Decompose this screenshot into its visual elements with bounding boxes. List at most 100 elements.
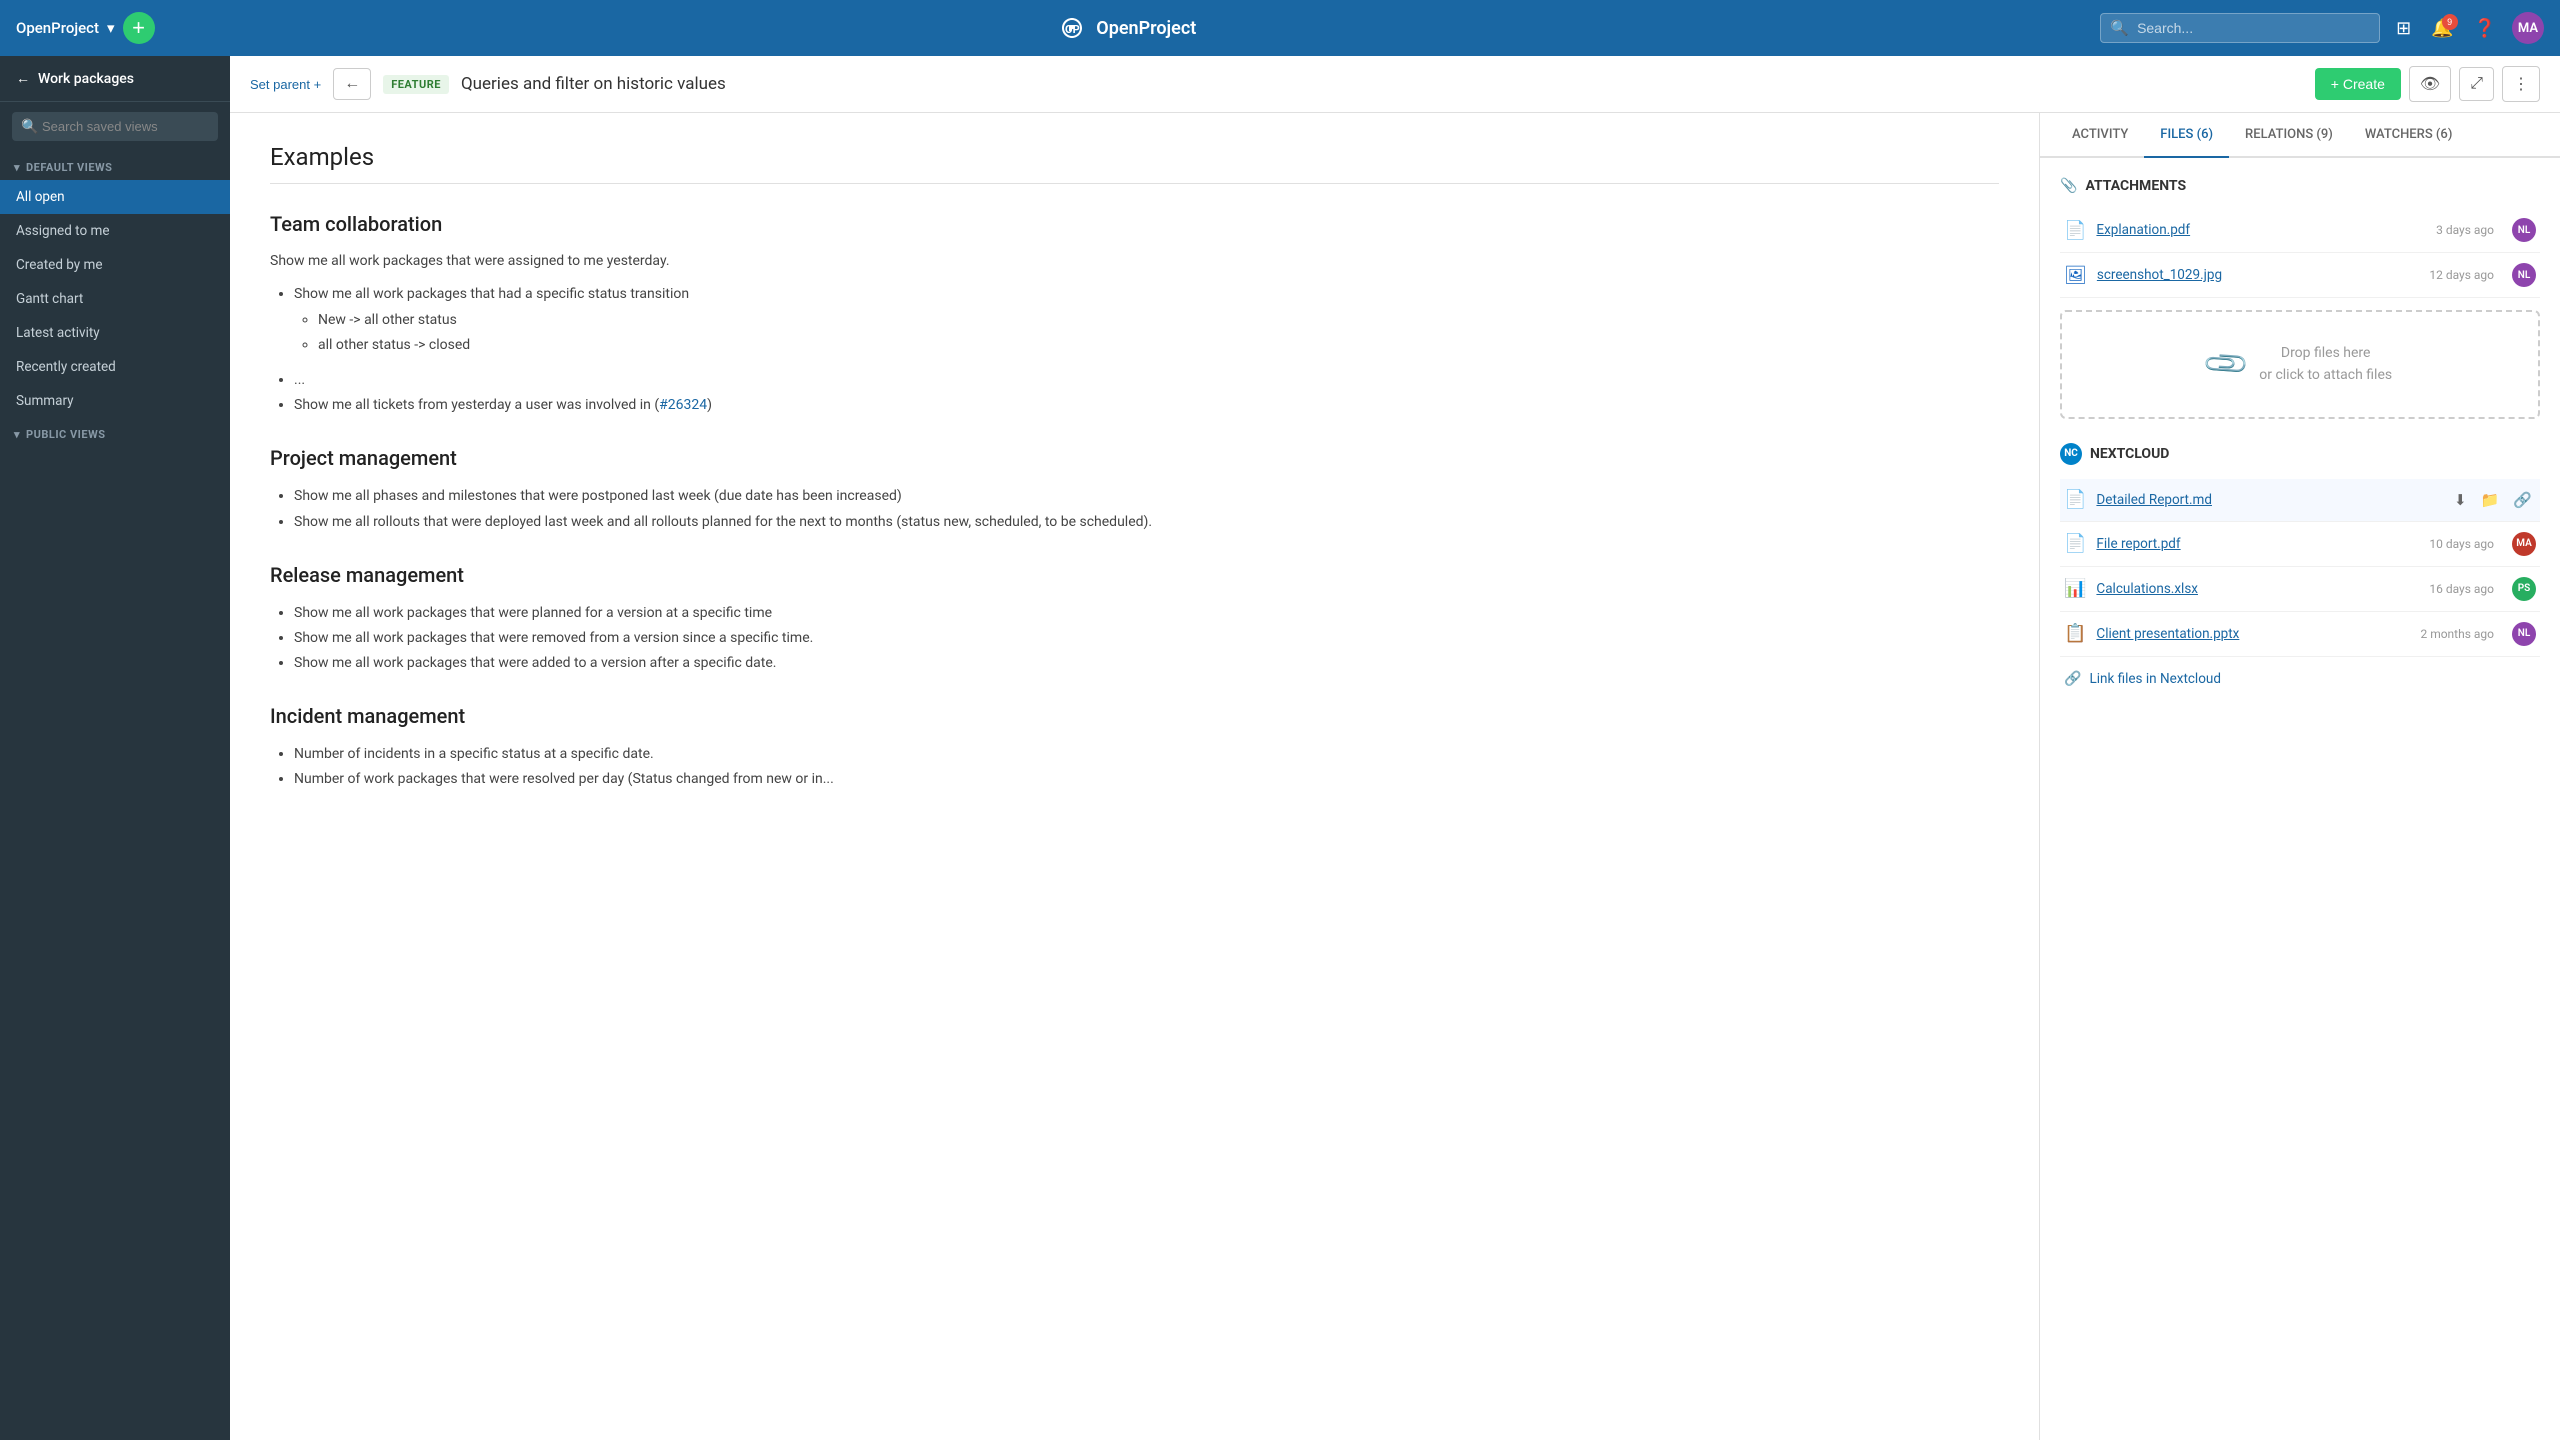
sidebar-item-latest-activity[interactable]: Latest activity <box>0 316 230 350</box>
section-team-collab-heading: Team collaboration <box>270 212 1999 236</box>
drop-zone-text: Drop files here or click to attach files <box>2259 342 2392 387</box>
toolbar: Set parent + ← FEATURE Queries and filte… <box>230 56 2560 113</box>
recently-created-label: Recently created <box>16 359 116 375</box>
link-nextcloud-label: Link files in Nextcloud <box>2089 671 2221 687</box>
md-file-icon: 📄 <box>2064 489 2086 510</box>
search-saved-views-input[interactable] <box>12 112 218 141</box>
nc-file-time3: 2 months ago <box>2420 627 2494 641</box>
global-search-wrap: 🔍 <box>2100 13 2380 43</box>
tab-relations[interactable]: RELATIONS (9) <box>2229 113 2349 158</box>
section-team-collab-list: Show me all work packages that had a spe… <box>294 282 1999 418</box>
app-name: OpenProject <box>1096 18 1196 39</box>
project-caret-icon: ▾ <box>107 19 115 37</box>
drop-zone[interactable]: 📎 Drop files here or click to attach fil… <box>2060 310 2540 419</box>
nc-file-row-client-presentation: 📋 Client presentation.pptx 2 months ago … <box>2060 612 2540 657</box>
notifications-button[interactable]: 🔔 9 <box>2427 14 2457 43</box>
nextcloud-label: NEXTCLOUD <box>2090 446 2169 462</box>
search-icon: 🔍 <box>2110 19 2129 37</box>
drop-zone-clip-icon: 📎 <box>2201 339 2252 390</box>
section-project-mgmt-heading: Project management <box>270 446 1999 470</box>
public-views-label: PUBLIC VIEWS <box>26 428 105 441</box>
set-parent-label: Set parent <box>250 77 314 92</box>
sidebar-item-recently-created[interactable]: Recently created <box>0 350 230 384</box>
list-item: Show me all work packages that had a spe… <box>294 282 1999 358</box>
nextcloud-heading: NC NEXTCLOUD <box>2060 443 2540 465</box>
default-views-label: DEFAULT VIEWS <box>26 161 112 174</box>
split-pane: Examples Team collaboration Show me all … <box>230 113 2560 1440</box>
search-saved-views-wrap: 🔍 <box>12 112 218 141</box>
list-item: Show me all phases and milestones that w… <box>294 484 1999 509</box>
project-name: OpenProject <box>16 19 99 37</box>
article-pane: Examples Team collaboration Show me all … <box>230 113 2040 1440</box>
list-item: Show me all work packages that were plan… <box>294 601 1999 626</box>
sidebar-item-created-by-me[interactable]: Created by me <box>0 248 230 282</box>
nc-unlink-button[interactable]: 🔗 <box>2509 489 2536 511</box>
nc-file-time2: 16 days ago <box>2429 582 2494 596</box>
nc-folder-button[interactable]: 📁 <box>2477 489 2504 511</box>
preview-button[interactable]: 👁 <box>2409 66 2451 102</box>
collapse-icon: ▾ <box>14 161 20 174</box>
more-options-button[interactable]: ⋮ <box>2502 66 2540 102</box>
user-avatar[interactable]: MA <box>2512 12 2544 44</box>
nc-file-link-detailed-report[interactable]: Detailed Report.md <box>2096 492 2440 508</box>
project-selector[interactable]: OpenProject ▾ <box>16 19 115 37</box>
sidebar-item-assigned-to-me[interactable]: Assigned to me <box>0 214 230 248</box>
set-parent-plus-icon: + <box>314 77 322 92</box>
svg-text:OP: OP <box>1065 23 1080 36</box>
help-button[interactable]: ❓ <box>2470 14 2500 43</box>
nc-file-link-client-presentation[interactable]: Client presentation.pptx <box>2096 626 2410 642</box>
section-incident-mgmt-heading: Incident management <box>270 704 1999 728</box>
feature-title: Queries and filter on historic values <box>461 74 726 94</box>
tab-activity[interactable]: ACTIVITY <box>2056 113 2144 158</box>
list-item: Number of incidents in a specific status… <box>294 742 1999 767</box>
nc-file-row-calculations: 📊 Calculations.xlsx 16 days ago PS <box>2060 567 2540 612</box>
attachment-time: 12 days ago <box>2429 268 2494 282</box>
tab-files[interactable]: FILES (6) <box>2144 113 2229 158</box>
paperclip-icon: 📎 <box>2060 178 2077 194</box>
create-button[interactable]: + Create <box>2315 68 2401 100</box>
add-button[interactable]: + <box>123 12 155 44</box>
nc-file-link-file-report[interactable]: File report.pdf <box>2096 536 2419 552</box>
sidebar-header[interactable]: ← Work packages <box>0 56 230 102</box>
attachment-avatar-nl2: NL <box>2512 263 2536 287</box>
summary-label: Summary <box>16 393 74 409</box>
list-item: Number of work packages that were resolv… <box>294 767 1999 792</box>
notification-badge: 9 <box>2442 14 2458 30</box>
ticket-link[interactable]: #26324 <box>659 397 707 413</box>
pptx-file-icon: 📋 <box>2064 623 2086 644</box>
grid-menu-button[interactable]: ⊞ <box>2392 14 2415 43</box>
section-project-mgmt-list: Show me all phases and milestones that w… <box>294 484 1999 534</box>
nc-file-avatar-nl3: NL <box>2512 622 2536 646</box>
global-search-input[interactable] <box>2100 13 2380 43</box>
tab-watchers[interactable]: WATCHERS (6) <box>2349 113 2469 158</box>
attachments-heading: 📎 ATTACHMENTS <box>2060 178 2540 194</box>
toolbar-right: + Create 👁 ⤢ ⋮ <box>2315 66 2540 102</box>
sidebar-title: Work packages <box>38 71 134 87</box>
toolbar-left: Set parent + ← FEATURE Queries and filte… <box>250 68 726 100</box>
drop-text-line2: or click to attach files <box>2259 367 2392 383</box>
fullscreen-button[interactable]: ⤢ <box>2459 67 2494 101</box>
app-logo-area: OP OpenProject <box>155 14 2101 42</box>
list-item: New -> all other status <box>318 308 1999 333</box>
article-title: Examples <box>270 143 1999 184</box>
openproject-logo-icon: OP <box>1058 14 1086 42</box>
sidebar-item-gantt-chart[interactable]: Gantt chart <box>0 282 230 316</box>
sidebar-item-summary[interactable]: Summary <box>0 384 230 418</box>
section-incident-mgmt-list: Number of incidents in a specific status… <box>294 742 1999 792</box>
back-button[interactable]: ← <box>333 68 371 100</box>
drop-text-line1: Drop files here <box>2281 345 2371 361</box>
public-views-header[interactable]: ▾ PUBLIC VIEWS <box>0 418 230 447</box>
default-views-header[interactable]: ▾ DEFAULT VIEWS <box>0 151 230 180</box>
nc-file-row-detailed-report: 📄 Detailed Report.md ⬇ 📁 🔗 <box>2060 479 2540 522</box>
link-nextcloud-button[interactable]: 🔗 Link files in Nextcloud <box>2060 661 2540 697</box>
attachment-row: 📄 Explanation.pdf 3 days ago NL <box>2060 208 2540 253</box>
attachment-link-screenshot[interactable]: screenshot_1029.jpg <box>2097 267 2420 283</box>
external-link-icon: 🔗 <box>2064 671 2081 687</box>
set-parent-button[interactable]: Set parent + <box>250 77 321 92</box>
list-item: ... <box>294 368 1999 393</box>
nc-file-link-calculations[interactable]: Calculations.xlsx <box>2096 581 2419 597</box>
nc-download-button[interactable]: ⬇ <box>2450 489 2471 511</box>
sidebar-item-all-open[interactable]: All open <box>0 180 230 214</box>
assigned-to-me-label: Assigned to me <box>16 223 110 239</box>
attachment-link-explanation[interactable]: Explanation.pdf <box>2096 222 2426 238</box>
